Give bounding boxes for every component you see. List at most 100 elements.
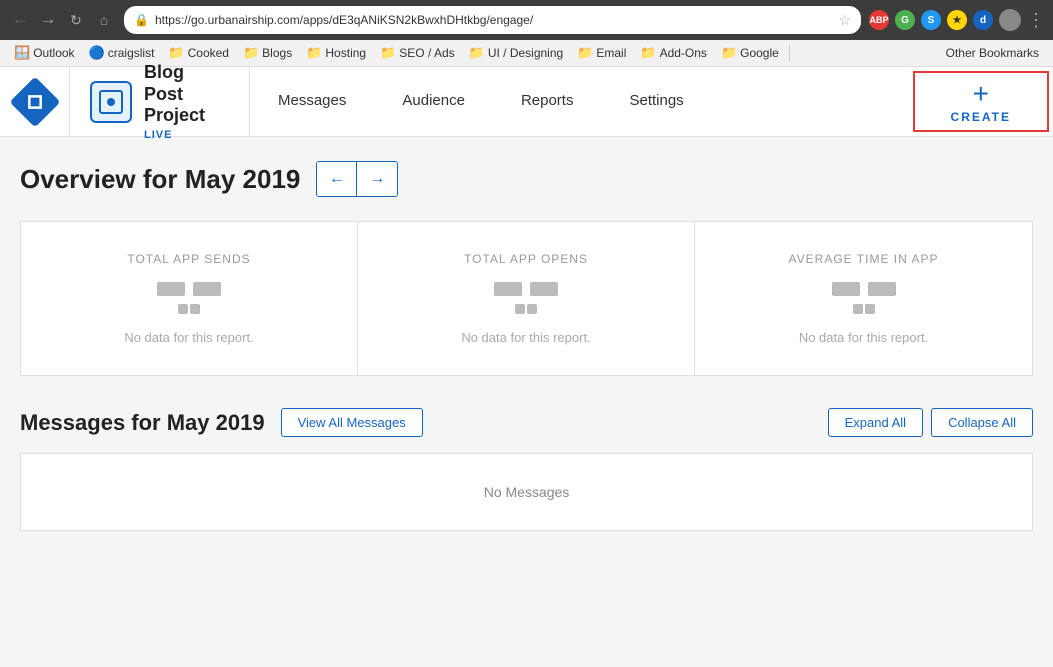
dashlane-icon[interactable]: d [973,10,993,30]
bookmark-label: Email [596,46,626,60]
app-nav: Messages Audience Reports Settings [250,67,909,136]
logo-svg [20,87,48,115]
browser-chrome: ← → ↻ ⌂ 🔒 https://go.urbanairship.com/ap… [0,0,1053,40]
bookmark-label: Cooked [188,46,229,60]
refresh-button[interactable]: ↻ [64,8,88,32]
bookmark-email[interactable]: 📁 Email [571,43,632,63]
stats-grid: TOTAL APP SENDS No data for this report.… [20,221,1033,376]
skype-icon[interactable]: S [921,10,941,30]
nav-item-settings[interactable]: Settings [601,67,711,136]
bookmark-seo-ads[interactable]: 📁 SEO / Ads [374,43,461,63]
lock-icon: 🔒 [134,13,149,27]
placeholder-dash [515,304,525,314]
project-icon [90,81,132,123]
stat-sub-opens [515,304,537,314]
placeholder-block [193,282,221,296]
extension-star-icon[interactable]: ★ [947,10,967,30]
placeholder-block [494,282,522,296]
project-icon-dot [107,98,115,106]
user-avatar[interactable] [999,9,1021,31]
stat-value-avg-time [832,282,896,296]
project-name: Blog Post Project [144,62,205,127]
stat-label-sends: TOTAL APP SENDS [127,252,250,266]
bookmark-google[interactable]: 📁 Google [715,43,785,63]
expand-all-button[interactable]: Expand All [828,408,923,437]
back-button[interactable]: ← [8,8,32,32]
placeholder-dash [853,304,863,314]
folder-icon: 📁 [306,45,322,61]
placeholder-block [868,282,896,296]
placeholder-dash [527,304,537,314]
stat-no-data-opens: No data for this report. [461,330,590,345]
bookmark-blogs[interactable]: 📁 Blogs [237,43,298,63]
project-status: LIVE [144,129,205,141]
placeholder-block [530,282,558,296]
bookmark-label: Outlook [33,46,74,60]
app-project-info: Blog Post Project LIVE [70,67,250,136]
bookmark-label: Hosting [325,46,366,60]
bookmark-label: SEO / Ads [399,46,454,60]
next-period-button[interactable]: → [357,162,397,196]
nav-item-audience[interactable]: Audience [374,67,493,136]
messages-actions: Expand All Collapse All [828,408,1033,437]
stat-card-total-app-opens: TOTAL APP OPENS No data for this report. [358,222,695,375]
other-bookmarks-label: Other Bookmarks [946,46,1039,60]
bookmark-other[interactable]: Other Bookmarks [940,44,1045,62]
bookmark-hosting[interactable]: 📁 Hosting [300,43,372,63]
stat-sub-avg-time [853,304,875,314]
create-button[interactable]: + CREATE [935,72,1027,132]
url-text: https://go.urbanairship.com/apps/dE3qANi… [155,13,832,27]
no-messages-box: No Messages [20,453,1033,531]
placeholder-dash [190,304,200,314]
bookmark-ui-designing[interactable]: 📁 UI / Designing [463,43,570,63]
project-text: Blog Post Project LIVE [144,62,205,141]
grammarly-icon[interactable]: G [895,10,915,30]
folder-icon: 📁 [380,45,396,61]
nav-item-messages[interactable]: Messages [250,67,374,136]
bookmark-label: UI / Designing [488,46,563,60]
address-bar[interactable]: 🔒 https://go.urbanairship.com/apps/dE3qA… [124,6,861,34]
nav-item-reports[interactable]: Reports [493,67,602,136]
extension-icons: ABP G S ★ d ⋮ [869,9,1045,31]
create-plus-icon: + [973,80,989,108]
stat-card-total-app-sends: TOTAL APP SENDS No data for this report. [21,222,358,375]
app-logo [0,67,70,136]
app-header: Blog Post Project LIVE Messages Audience… [0,67,1053,137]
collapse-all-button[interactable]: Collapse All [931,408,1033,437]
bookmark-add-ons[interactable]: 📁 Add-Ons [634,43,713,63]
placeholder-dash [865,304,875,314]
stat-value-sends [157,282,221,296]
project-icon-inner [99,90,123,114]
overview-title: Overview for May 2019 [20,164,300,195]
bookmark-craigslist[interactable]: 🔵 craigslist [83,43,161,63]
adblock-icon[interactable]: ABP [869,10,889,30]
main-content: Overview for May 2019 ← → TOTAL APP SEND… [0,137,1053,555]
forward-button[interactable]: → [36,8,60,32]
stat-label-opens: TOTAL APP OPENS [464,252,588,266]
chrome-menu-button[interactable]: ⋮ [1027,10,1045,31]
stat-label-avg-time: AVERAGE TIME IN APP [789,252,939,266]
bookmark-cooked[interactable]: 📁 Cooked [162,43,235,63]
stat-no-data-avg-time: No data for this report. [799,330,928,345]
create-label: CREATE [951,110,1011,124]
home-button[interactable]: ⌂ [92,8,116,32]
nav-buttons: ← → ↻ ⌂ [8,8,116,32]
stat-value-opens [494,282,558,296]
prev-period-button[interactable]: ← [317,162,357,196]
bookmark-star-button[interactable]: ☆ [838,12,851,29]
messages-header: Messages for May 2019 View All Messages … [20,408,1033,437]
messages-title: Messages for May 2019 [20,410,265,436]
overview-header: Overview for May 2019 ← → [20,161,1033,197]
view-all-messages-button[interactable]: View All Messages [281,408,423,437]
bookmark-outlook[interactable]: 🪟 Outlook [8,43,81,63]
stat-sub-sends [178,304,200,314]
folder-icon: 📁 [469,45,485,61]
folder-icon: 📁 [243,45,259,61]
create-button-container: + CREATE [913,71,1049,132]
bookmark-label: Google [740,46,779,60]
placeholder-dash [178,304,188,314]
bookmarks-separator [789,45,790,61]
bookmark-label: Blogs [262,46,292,60]
folder-icon: 📁 [721,45,737,61]
stat-no-data-sends: No data for this report. [124,330,253,345]
